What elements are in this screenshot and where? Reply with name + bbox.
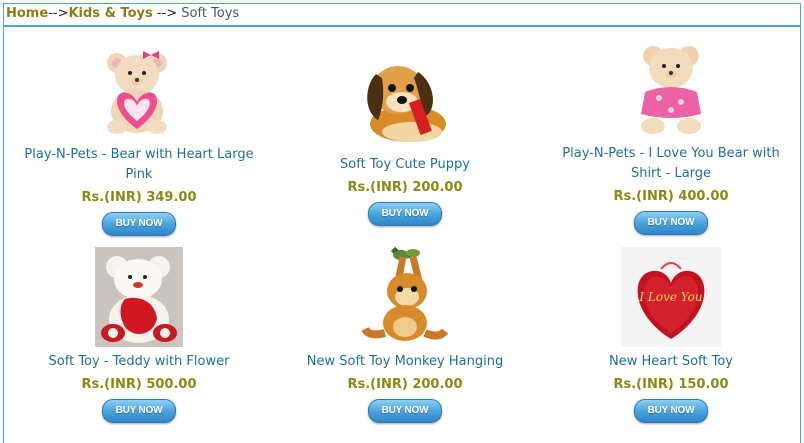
svg-text:I Love You: I Love You (638, 290, 702, 304)
product-price: Rs.(INR) 349.00 (81, 190, 197, 205)
product-card: Play-N-Pets - Bear with Heart Large Pink… (5, 45, 273, 236)
product-price: Rs.(INR) 150.00 (613, 377, 729, 392)
teddy-bear-flower-icon[interactable] (95, 247, 183, 347)
product-price: Rs.(INR) 400.00 (613, 189, 729, 204)
buy-now-button[interactable]: BUY NOW (368, 202, 442, 226)
product-card: I Love You New Heart Soft Toy Rs.(INR) 1… (537, 247, 804, 423)
heart-i-love-you-icon[interactable]: I Love You (621, 247, 721, 347)
product-card: New Soft Toy Monkey Hanging Rs.(INR) 200… (271, 247, 539, 423)
buy-now-button[interactable]: BUY NOW (102, 212, 176, 236)
breadcrumb-home-link[interactable]: Home (6, 6, 48, 21)
monkey-hanging-icon[interactable] (355, 247, 455, 347)
teddy-bear-shirt-icon[interactable] (631, 42, 711, 136)
product-name-link[interactable]: Play-N-Pets - I Love You Bear with Shirt… (540, 144, 802, 184)
product-name-link[interactable]: New Soft Toy Monkey Hanging (271, 352, 539, 372)
buy-now-button[interactable]: BUY NOW (102, 399, 176, 423)
product-name-link[interactable]: Soft Toy Cute Puppy (271, 155, 539, 175)
product-name-link[interactable]: New Heart Soft Toy (537, 352, 804, 372)
breadcrumb: Home-->Kids & Toys --> Soft Toys (3, 3, 801, 27)
teddy-bear-pink-heart-icon[interactable] (99, 45, 179, 137)
breadcrumb-current: Soft Toys (181, 6, 240, 21)
breadcrumb-separator: --> (48, 6, 69, 21)
product-card: Soft Toy Cute Puppy Rs.(INR) 200.00 BUY … (271, 50, 539, 226)
breadcrumb-separator: --> (152, 6, 182, 21)
buy-now-button[interactable]: BUY NOW (634, 399, 708, 423)
buy-now-button[interactable]: BUY NOW (634, 211, 708, 235)
product-card: Soft Toy - Teddy with Flower Rs.(INR) 50… (5, 247, 273, 423)
product-card: Play-N-Pets - I Love You Bear with Shirt… (537, 42, 804, 235)
product-price: Rs.(INR) 200.00 (347, 377, 463, 392)
buy-now-button[interactable]: BUY NOW (368, 399, 442, 423)
product-price: Rs.(INR) 200.00 (347, 180, 463, 195)
product-name-link[interactable]: Soft Toy - Teddy with Flower (5, 352, 273, 372)
puppy-icon[interactable] (356, 50, 454, 150)
product-name-link[interactable]: Play-N-Pets - Bear with Heart Large Pink (8, 145, 270, 185)
product-price: Rs.(INR) 500.00 (81, 377, 197, 392)
breadcrumb-category-link[interactable]: Kids & Toys (68, 6, 152, 21)
